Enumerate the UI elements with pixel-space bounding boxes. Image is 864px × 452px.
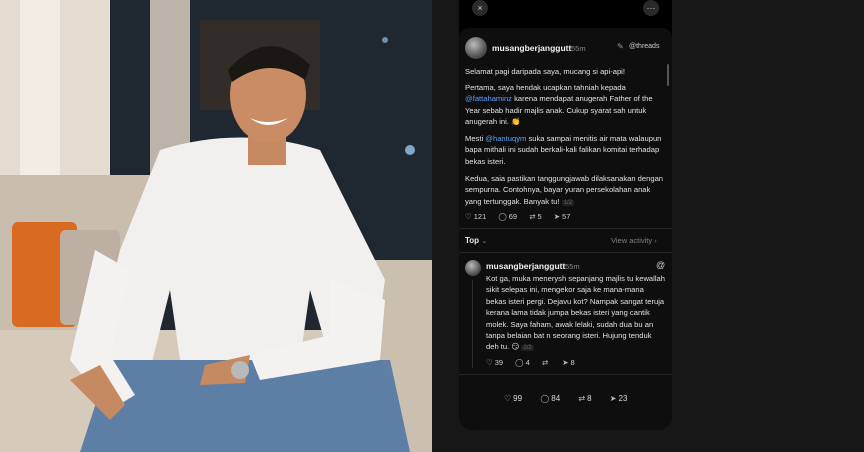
reply-time: 55m xyxy=(565,262,580,271)
sort-dropdown[interactable]: Top ⌄ xyxy=(465,236,487,245)
comment-count: 4 xyxy=(525,358,530,367)
comment-count: 69 xyxy=(508,212,518,221)
like-count: 99 xyxy=(513,394,523,403)
comment-button[interactable]: ◯ 4 xyxy=(515,358,530,367)
page-indicator: 2/2 xyxy=(521,345,534,352)
edit-icon[interactable]: ✎ xyxy=(617,42,624,51)
view-activity-label: View activity xyxy=(611,236,653,245)
repost-icon: ⇄ xyxy=(578,394,586,403)
photo-illustration xyxy=(0,0,432,452)
post-username[interactable]: musangberjanggutt xyxy=(492,43,571,53)
post-paragraph-3: Kedua, saia pastikan tanggungjawab dilak… xyxy=(465,173,665,209)
share-button[interactable]: ➤ 57 xyxy=(554,212,571,221)
repost-count: 5 xyxy=(537,212,542,221)
avatar[interactable] xyxy=(465,37,487,59)
heart-icon: ♡ xyxy=(504,394,512,403)
comment-button[interactable]: ◯ 84 xyxy=(540,394,560,403)
chevron-down-icon: ⌄ xyxy=(481,238,488,245)
like-count: 39 xyxy=(494,358,504,367)
threads-tag[interactable]: @threads xyxy=(629,43,659,50)
p1-text-a: Pertama, saya hendak ucapkan tahniah kep… xyxy=(465,83,626,92)
comment-icon: ◯ xyxy=(515,358,524,367)
page-indicator: 1/2 xyxy=(561,199,575,206)
post-actions: ♡ 121 ◯ 69 ⇄ 5 ➤ 57 xyxy=(465,212,580,221)
divider xyxy=(459,252,672,253)
share-icon: ➤ xyxy=(553,212,561,221)
photo xyxy=(0,0,432,452)
close-icon[interactable]: × xyxy=(472,0,488,16)
comment-button[interactable]: ◯ 69 xyxy=(498,212,517,221)
heart-icon: ♡ xyxy=(465,212,472,221)
like-button[interactable]: ♡ 121 xyxy=(465,212,486,221)
repost-count: 8 xyxy=(587,394,592,403)
post-paragraph-1: Pertama, saya hendak ucapkan tahniah kep… xyxy=(465,82,665,128)
repost-icon: ⇄ xyxy=(541,358,549,367)
like-button[interactable]: ♡ 99 xyxy=(504,394,522,403)
share-button[interactable]: ➤ 23 xyxy=(610,394,628,403)
share-count: 23 xyxy=(618,394,628,403)
repost-icon: ⇄ xyxy=(529,212,536,221)
reply-actions: ♡ 39 ◯ 4 ⇄ ➤ 8 xyxy=(486,358,585,367)
share-count: 8 xyxy=(570,358,575,367)
like-count: 121 xyxy=(473,212,487,221)
threads-label: @threads xyxy=(629,43,660,50)
view-activity-link[interactable]: View activity › xyxy=(611,236,657,245)
reply-username[interactable]: musangberjanggutt xyxy=(486,261,565,271)
reply-text: Kot ga, muka menerysh sepanjang majlis t… xyxy=(486,273,666,355)
threads-screen: × ··· musangberjanggutt 55m ✎ @threads S… xyxy=(459,0,672,430)
reply-avatar[interactable] xyxy=(465,260,481,276)
more-icon[interactable]: ··· xyxy=(643,0,659,16)
repost-button[interactable]: ⇄ xyxy=(542,358,550,367)
heart-icon: ♡ xyxy=(486,358,493,367)
threads-icon[interactable]: @ xyxy=(656,260,665,270)
post-greeting: Selamat pagi daripada saya, mucang si ap… xyxy=(465,67,625,76)
divider xyxy=(459,228,672,229)
comment-icon: ◯ xyxy=(498,212,507,221)
post-paragraph-2: Mesti @hantuqym suka sampai menitis air … xyxy=(465,133,665,167)
share-icon: ➤ xyxy=(562,358,569,367)
chevron-right-icon: › xyxy=(654,236,657,245)
post-time: 55m xyxy=(571,44,586,53)
comment-icon: ◯ xyxy=(540,394,550,403)
top-bar: × ··· xyxy=(459,0,672,22)
repost-button[interactable]: ⇄ 8 xyxy=(578,394,591,403)
bottom-actions: ♡ 99 ◯ 84 ⇄ 8 ➤ 23 xyxy=(504,394,643,403)
comment-count: 84 xyxy=(551,394,561,403)
reply-thread-line xyxy=(472,280,473,368)
sort-label: Top xyxy=(465,236,480,245)
divider xyxy=(459,374,672,375)
thread-card: musangberjanggutt 55m ✎ @threads Selamat… xyxy=(459,28,672,430)
share-button[interactable]: ➤ 8 xyxy=(562,358,574,367)
like-button[interactable]: ♡ 39 xyxy=(486,358,503,367)
share-count: 57 xyxy=(562,212,571,221)
repost-button[interactable]: ⇄ 5 xyxy=(529,212,541,221)
share-icon: ➤ xyxy=(609,394,617,403)
mention-link[interactable]: @fattahaminz xyxy=(465,94,512,103)
p2-text-a: Mesti xyxy=(465,134,486,143)
reply-body: Kot ga, muka menerysh sepanjang majlis t… xyxy=(486,274,665,352)
mention-link[interactable]: @hantuqym xyxy=(485,134,526,143)
scrollbar[interactable] xyxy=(667,64,669,86)
